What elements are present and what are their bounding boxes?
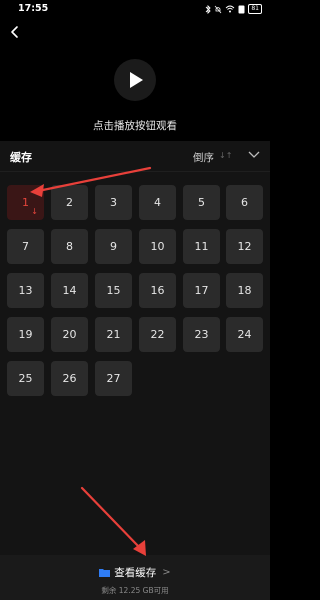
episode-26-button[interactable]: 26 — [51, 361, 88, 396]
bottom-bar: 查看缓存 > 剩余 12.25 GB可用 — [0, 555, 270, 600]
bluetooth-icon — [206, 4, 211, 14]
back-chevron-icon[interactable] — [8, 24, 22, 40]
episode-16-button[interactable]: 16 — [139, 273, 176, 308]
episode-15-button[interactable]: 15 — [95, 273, 132, 308]
episode-11-button[interactable]: 11 — [183, 229, 220, 264]
episode-9-button[interactable]: 9 — [95, 229, 132, 264]
play-icon — [130, 72, 143, 88]
sim-icon — [238, 5, 245, 13]
status-time: 17:55 — [18, 3, 49, 14]
episode-19-button[interactable]: 19 — [7, 317, 44, 352]
episode-27-button[interactable]: 27 — [95, 361, 132, 396]
episode-12-button[interactable]: 12 — [226, 229, 263, 264]
episode-3-button[interactable]: 3 — [95, 185, 132, 220]
episode-number: 24 — [237, 328, 252, 341]
episode-number: 9 — [110, 240, 117, 253]
episode-number: 5 — [198, 196, 205, 209]
episode-number: 12 — [237, 240, 252, 253]
episode-number: 19 — [18, 328, 33, 341]
episode-number: 18 — [237, 284, 252, 297]
view-cache-button[interactable]: 查看缓存 > — [0, 565, 270, 580]
collapse-chevron-icon[interactable] — [248, 151, 260, 159]
episode-number: 14 — [62, 284, 77, 297]
episode-number: 7 — [22, 240, 29, 253]
episode-number: 26 — [62, 372, 77, 385]
episode-7-button[interactable]: 7 — [7, 229, 44, 264]
episode-13-button[interactable]: 13 — [7, 273, 44, 308]
episode-number: 2 — [66, 196, 73, 209]
play-button[interactable] — [114, 59, 156, 101]
episode-number: 3 — [110, 196, 117, 209]
episode-number: 8 — [66, 240, 73, 253]
episode-22-button[interactable]: 22 — [139, 317, 176, 352]
episode-number: 22 — [150, 328, 165, 341]
battery-icon: 81 — [248, 4, 262, 14]
episode-number: 4 — [154, 196, 161, 209]
episode-5-button[interactable]: 5 — [183, 185, 220, 220]
episode-number: 16 — [150, 284, 165, 297]
wifi-icon — [226, 5, 235, 13]
episode-25-button[interactable]: 25 — [7, 361, 44, 396]
status-bar: 17:55 81 — [0, 0, 270, 20]
episode-14-button[interactable]: 14 — [51, 273, 88, 308]
sort-order-button[interactable]: 倒序 — [193, 150, 214, 165]
episode-1-button[interactable]: 1 ↓ — [7, 185, 44, 220]
episode-number: 21 — [106, 328, 121, 341]
episode-21-button[interactable]: 21 — [95, 317, 132, 352]
episode-8-button[interactable]: 8 — [51, 229, 88, 264]
view-cache-chevron-icon: > — [162, 567, 171, 578]
episode-10-button[interactable]: 10 — [139, 229, 176, 264]
episode-number: 27 — [106, 372, 121, 385]
episode-6-button[interactable]: 6 — [226, 185, 263, 220]
sort-icon[interactable]: ↓↑ — [219, 151, 232, 160]
episode-number: 23 — [194, 328, 209, 341]
status-icons: 81 — [205, 4, 262, 14]
mute-bell-icon — [215, 5, 222, 13]
view-cache-label: 查看缓存 — [114, 567, 157, 579]
episode-23-button[interactable]: 23 — [183, 317, 220, 352]
episode-number: 11 — [194, 240, 209, 253]
episode-number: 15 — [106, 284, 121, 297]
episode-17-button[interactable]: 17 — [183, 273, 220, 308]
episode-number: 17 — [194, 284, 209, 297]
episode-4-button[interactable]: 4 — [139, 185, 176, 220]
cache-header: 缓存 倒序 ↓↑ — [0, 141, 270, 172]
episode-number: 13 — [18, 284, 33, 297]
cache-panel: 缓存 倒序 ↓↑ 1 ↓ 2 3 4 5 6 7 8 9 10 11 12 13 14 15 16 17 18 19 2… — [0, 141, 270, 600]
download-arrow-icon: ↓ — [31, 207, 38, 216]
folder-icon — [99, 569, 111, 577]
episode-2-button[interactable]: 2 — [51, 185, 88, 220]
episode-number: 10 — [150, 240, 165, 253]
episode-24-button[interactable]: 24 — [226, 317, 263, 352]
episode-number: 1 — [22, 196, 29, 209]
episode-number: 25 — [18, 372, 33, 385]
episode-number: 20 — [62, 328, 77, 341]
play-hint-text: 点击播放按钮观看 — [93, 120, 177, 132]
episode-20-button[interactable]: 20 — [51, 317, 88, 352]
episode-number: 6 — [241, 196, 248, 209]
episode-18-button[interactable]: 18 — [226, 273, 263, 308]
cache-title: 缓存 — [10, 151, 32, 164]
storage-available-text: 剩余 12.25 GB可用 — [101, 586, 169, 595]
